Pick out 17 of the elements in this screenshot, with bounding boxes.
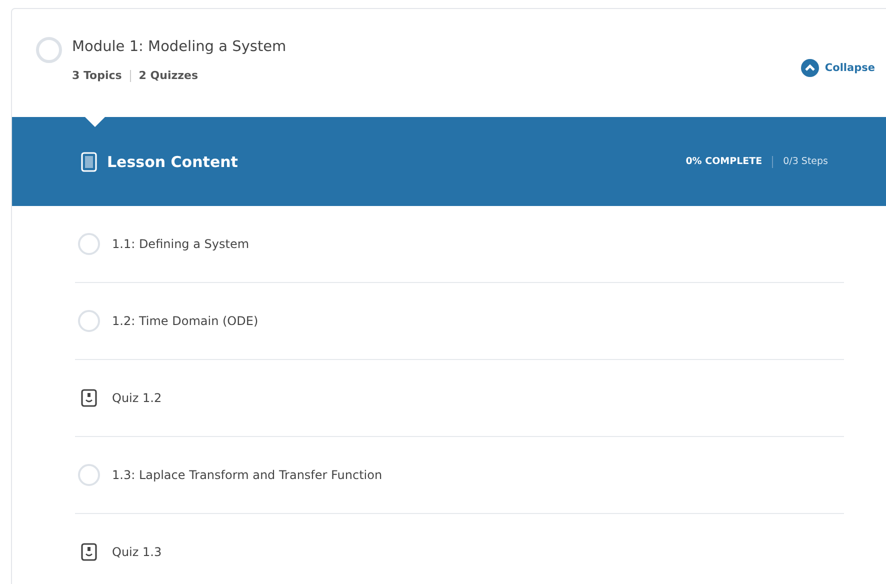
topics-count: 3 Topics xyxy=(72,69,122,82)
collapse-button[interactable]: Collapse xyxy=(800,59,875,77)
quiz-link[interactable]: Quiz 1.2 xyxy=(112,391,162,405)
quiz-link[interactable]: Quiz 1.3 xyxy=(112,545,162,559)
steps-count: 0/3 Steps xyxy=(783,156,828,167)
topic-link[interactable]: 1.2: Time Domain (ODE) xyxy=(112,314,258,328)
tablet-icon xyxy=(81,152,97,172)
module-title[interactable]: Module 1: Modeling a System xyxy=(72,39,286,55)
topic-link[interactable]: 1.1: Defining a System xyxy=(112,237,250,251)
quiz-icon xyxy=(81,389,97,407)
topic-link[interactable]: 1.3: Laplace Transform and Transfer Function xyxy=(112,468,382,482)
quiz-icon xyxy=(81,543,97,561)
quizzes-count: 2 Quizzes xyxy=(138,69,198,82)
chevron-icon xyxy=(800,59,819,77)
pointer-notch-icon xyxy=(85,117,105,127)
progress-text: 0% COMPLETE xyxy=(686,156,762,167)
lesson-title: Lesson Content xyxy=(107,152,238,170)
